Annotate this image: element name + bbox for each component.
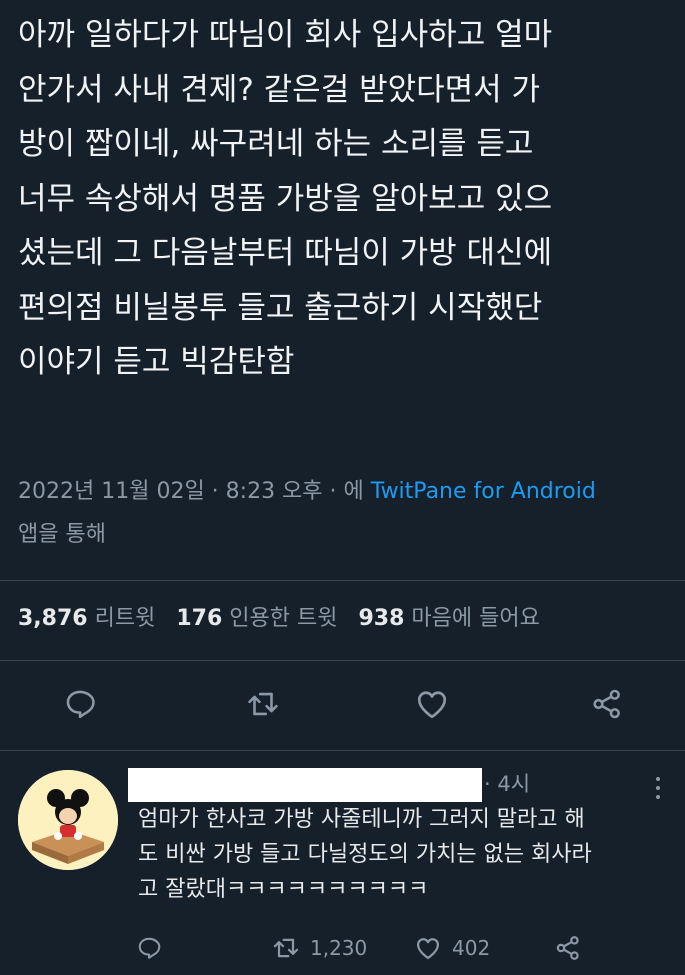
- likes-stat[interactable]: 938 마음에 들어요: [358, 606, 539, 631]
- divider: [0, 750, 685, 751]
- retweet-icon: [248, 692, 278, 716]
- reply-line: 엄마가 한사코 가방 사줄테니까 그러지 말라고 해: [138, 807, 585, 832]
- tweet-line: 셨는데 그 다음날부터 따님이 가방 대신에: [18, 235, 553, 271]
- reply-icon: [138, 937, 161, 959]
- reply-icon: [66, 690, 95, 719]
- retweets-label: 리트윗: [94, 606, 156, 631]
- share-icon: [593, 689, 620, 719]
- reply-line: 도 비싼 가방 들고 다닐정도의 가치는 없는 회사라: [138, 842, 592, 867]
- tweet-line: 이야기 듣고 빅감탄함: [18, 344, 295, 380]
- divider: [0, 580, 685, 581]
- tweet-line: 안가서 사내 견제? 같은걸 받았다면서 가: [18, 71, 541, 108]
- reply-share-button[interactable]: [554, 930, 592, 966]
- tweet-line: 편의점 비닐봉투 들고 출근하기 시작했단: [18, 289, 543, 326]
- avatar-image: [18, 770, 118, 870]
- heart-icon: [416, 938, 440, 960]
- like-button[interactable]: [408, 680, 456, 728]
- retweets-stat[interactable]: 3,876 리트윗: [18, 606, 155, 631]
- likes-label: 마음에 들어요: [411, 606, 540, 631]
- reply-retweet-count: 1,230: [310, 936, 368, 960]
- retweets-count: 3,876: [18, 606, 88, 631]
- reply-text: 엄마가 한사코 가방 사줄테니까 그러지 말라고 해 도 비싼 가방 들고 다닐…: [138, 802, 678, 907]
- tweet-stats: 3,876 리트윗 176 인용한 트윗 938 마음에 들어요: [18, 600, 540, 632]
- quotes-count: 176: [176, 606, 223, 631]
- tweet-timestamp[interactable]: 2022년 11월 02일 · 8:23 오후 · 에: [18, 479, 364, 504]
- avatar[interactable]: [18, 770, 118, 870]
- tweet-line: 아까 일하다가 따님이 회사 입사하고 얼마: [18, 17, 553, 53]
- likes-count: 938: [358, 606, 405, 631]
- retweet-icon: [273, 938, 299, 958]
- source-suffix: 앱을 통해: [18, 522, 106, 547]
- tweet-text: 아까 일하다가 따님이 회사 입사하고 얼마 안가서 사내 견제? 같은걸 받았…: [18, 8, 678, 390]
- share-button[interactable]: [583, 680, 631, 728]
- share-icon: [556, 936, 579, 960]
- reply-button[interactable]: [56, 680, 104, 728]
- reply-like-button[interactable]: 402: [414, 930, 490, 966]
- redacted-username: [128, 768, 482, 802]
- reply-time[interactable]: · 4시: [484, 768, 530, 798]
- tweet-meta: 2022년 11월 02일 · 8:23 오후 · 에 TwitPane for…: [18, 470, 678, 556]
- reply-like-count: 402: [452, 936, 491, 960]
- divider: [0, 660, 685, 661]
- tweet-line: 너무 속상해서 명품 가방을 알아보고 있으: [18, 180, 553, 217]
- tweet-line: 방이 짭이네, 싸구려네 하는 소리를 듣고: [18, 126, 534, 162]
- quotes-stat[interactable]: 176 인용한 트윗: [176, 606, 337, 631]
- quotes-label: 인용한 트윗: [229, 606, 338, 631]
- tweet-actions: [0, 680, 685, 728]
- reply-retweet-button[interactable]: 1,230: [272, 930, 367, 966]
- reply-line: 고 잘랐대ㅋㅋㅋㅋㅋㅋㅋㅋㅋㅋ: [138, 877, 429, 902]
- reply-reply-button[interactable]: [136, 930, 172, 966]
- heart-icon: [417, 691, 447, 719]
- source-link[interactable]: TwitPane for Android: [371, 479, 596, 504]
- retweet-button[interactable]: [239, 680, 287, 728]
